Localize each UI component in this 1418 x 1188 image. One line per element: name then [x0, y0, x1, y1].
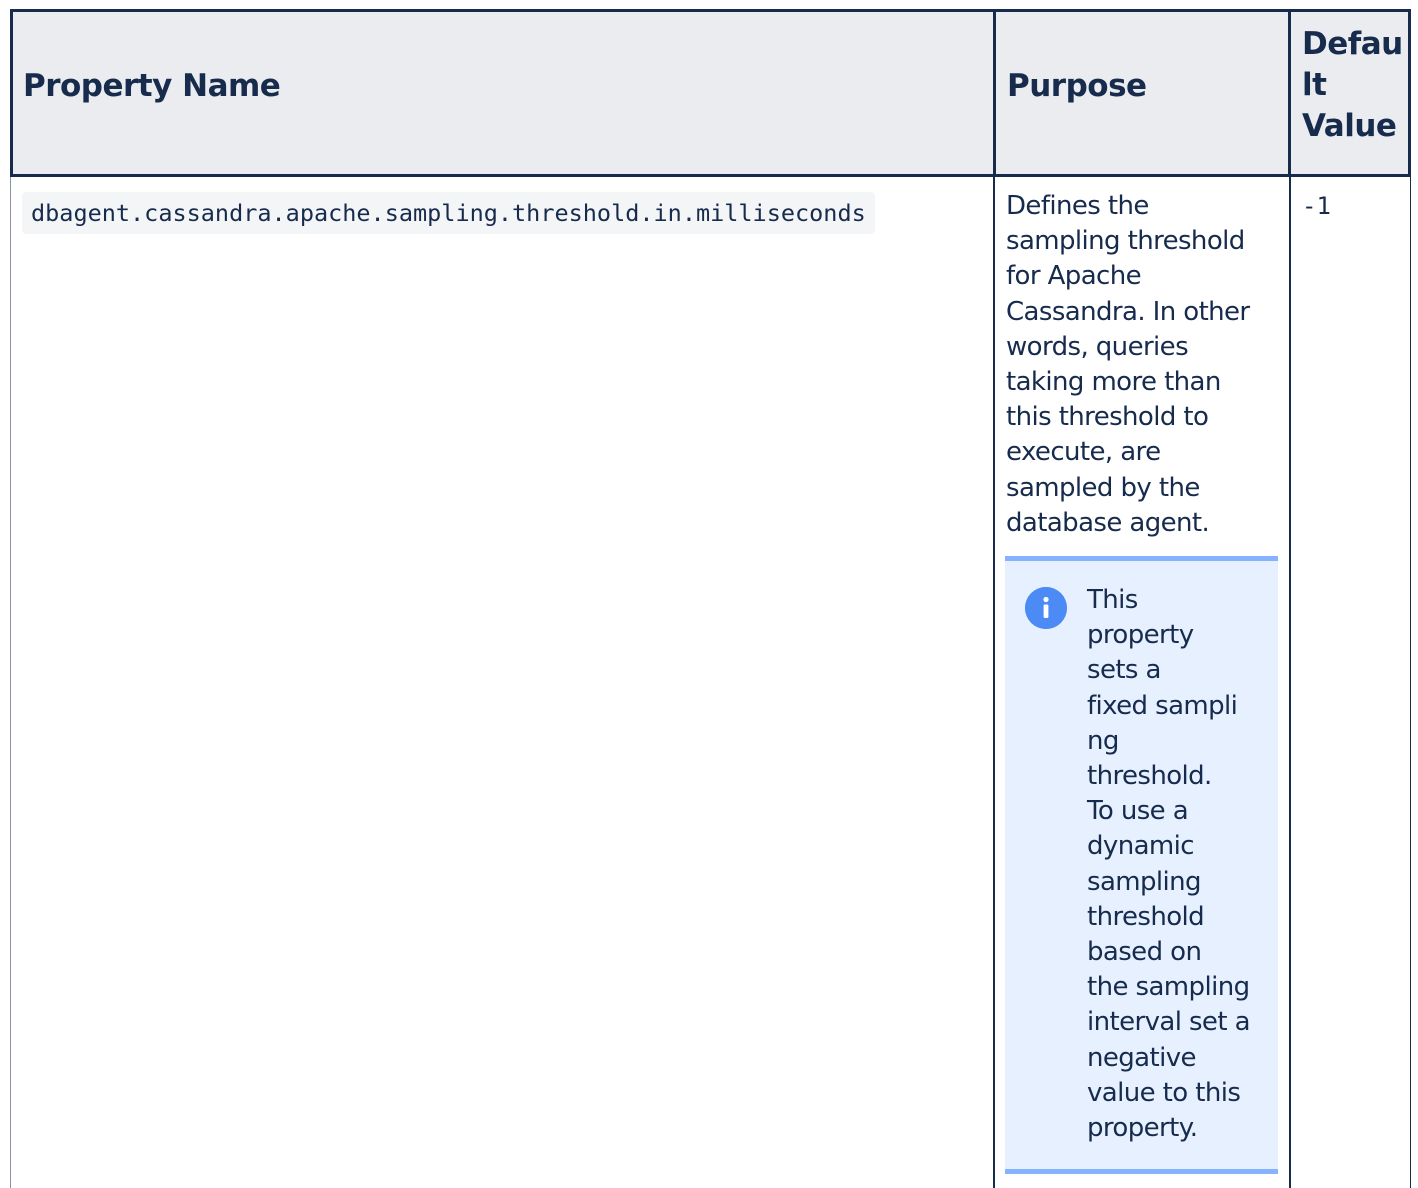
column-header-default-value: Defau lt Value [1302, 24, 1403, 147]
column-border [1289, 177, 1291, 1188]
default-value: -1 [1302, 192, 1331, 220]
info-icon [1025, 587, 1067, 629]
column-border [10, 177, 11, 1188]
property-name-code: dbagent.cassandra.apache.sampling.thresh… [22, 192, 875, 234]
column-border [993, 177, 995, 1188]
column-border [1410, 177, 1411, 1188]
purpose-description: Defines the sampling threshold for Apach… [1006, 191, 1250, 538]
header-divider [993, 9, 996, 177]
column-header-default-value-line: Value [1302, 108, 1397, 144]
header-divider [1288, 9, 1291, 177]
info-note-panel: This property sets a fixed sampli ng thr… [1005, 556, 1278, 1174]
info-note-text: This property sets a fixed sampli ng thr… [1087, 585, 1251, 1144]
column-header-property-name: Property Name [23, 68, 281, 104]
properties-table: Property Name Purpose Defau lt Value dba… [10, 9, 1411, 1188]
column-header-default-value-line: lt [1302, 67, 1327, 103]
table-grid: Property Name Purpose Defau lt Value dba… [10, 9, 1411, 1188]
column-header-purpose: Purpose [1007, 68, 1147, 104]
column-header-default-value-line: Defau [1302, 26, 1403, 62]
